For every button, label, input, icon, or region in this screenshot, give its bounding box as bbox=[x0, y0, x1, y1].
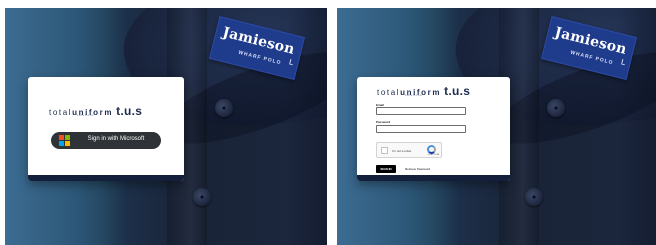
microsoft-logo-icon bbox=[59, 135, 70, 146]
email-field[interactable] bbox=[376, 107, 466, 115]
logo-tagline: solutions bbox=[405, 93, 423, 97]
logo-tus: t.u.s bbox=[444, 84, 471, 98]
login-card: totaluniform t.u.s solutions Sign in with… bbox=[28, 77, 184, 181]
login-card: totaluniform t.u.s solutions Email Passwo… bbox=[357, 77, 510, 181]
login-screen-microsoft: Jamieson WHARF POLO L totaluniform t.u.s … bbox=[5, 8, 327, 245]
company-logo: totaluniform t.u.s solutions bbox=[377, 82, 470, 100]
shirt-button bbox=[193, 188, 211, 206]
sign-in-with-microsoft-button[interactable]: Sign in with Microsoft bbox=[51, 132, 161, 149]
recaptcha-label: I'm not a robot bbox=[392, 149, 412, 153]
microsoft-button-label: Sign in with Microsoft bbox=[87, 136, 145, 142]
logo-tus: t.u.s bbox=[116, 104, 143, 118]
retrieve-password-link[interactable]: Retrieve Password bbox=[405, 167, 430, 171]
shirt-button bbox=[547, 99, 565, 117]
shirt-button bbox=[525, 188, 543, 206]
login-screen-email: Jamieson WHARF POLO L totaluniform t.u.s … bbox=[337, 8, 656, 245]
garment-label-size: L bbox=[620, 57, 627, 68]
shirt-button bbox=[215, 99, 233, 117]
recaptcha-checkbox[interactable] bbox=[381, 147, 388, 154]
recaptcha-widget: I'm not a robot reCAPTCHA bbox=[376, 142, 442, 158]
garment-label-size: L bbox=[288, 57, 295, 68]
company-logo: totaluniform t.u.s solutions bbox=[49, 102, 142, 120]
card-footer-bar bbox=[357, 175, 510, 181]
password-field[interactable] bbox=[376, 125, 466, 133]
recaptcha-icon bbox=[427, 145, 436, 154]
password-label: Password bbox=[376, 120, 391, 124]
card-footer-bar bbox=[28, 175, 184, 181]
logo-tagline: solutions bbox=[77, 113, 95, 117]
recaptcha-brand: reCAPTCHA bbox=[427, 154, 439, 156]
sign-in-button[interactable]: SIGN IN bbox=[376, 165, 396, 173]
